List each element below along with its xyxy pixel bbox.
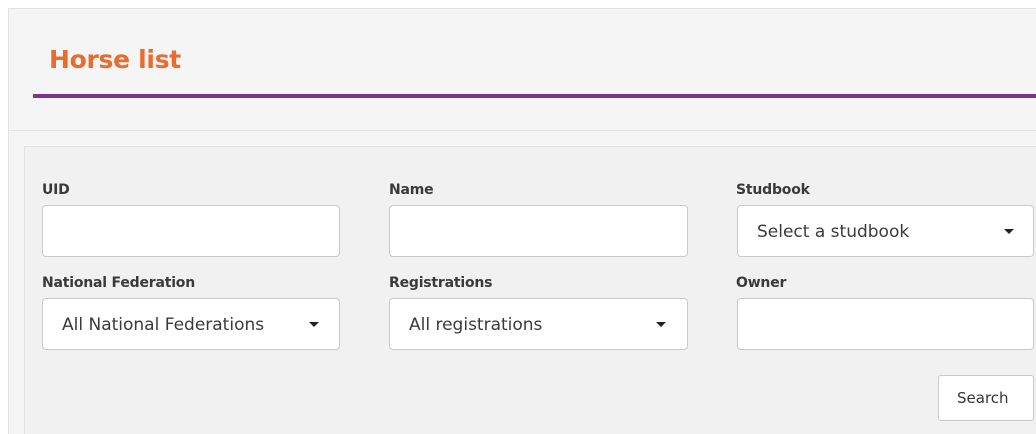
studbook-selected-value: Select a studbook: [757, 222, 910, 242]
page: Horse list UID Name Studbook Select a st…: [0, 0, 1036, 434]
studbook-label: Studbook: [736, 182, 810, 198]
owner-label: Owner: [736, 275, 787, 291]
name-label: Name: [389, 182, 434, 198]
national-federation-label: National Federation: [42, 275, 195, 291]
registrations-select[interactable]: All registrations: [389, 298, 688, 350]
national-federation-select[interactable]: All National Federations: [42, 298, 340, 350]
registrations-selected-value: All registrations: [409, 315, 543, 335]
national-federation-selected-value: All National Federations: [62, 315, 265, 335]
page-title: Horse list: [49, 45, 181, 74]
registrations-label: Registrations: [389, 275, 493, 291]
name-input[interactable]: [389, 205, 688, 257]
caret-down-icon: [656, 322, 666, 327]
search-button[interactable]: Search: [938, 375, 1034, 421]
uid-label: UID: [42, 182, 70, 198]
title-underline: [33, 94, 1036, 98]
caret-down-icon: [1004, 229, 1014, 234]
studbook-select[interactable]: Select a studbook: [737, 205, 1034, 257]
panel-header: Horse list: [9, 9, 1036, 131]
uid-input[interactable]: [42, 205, 340, 257]
owner-input[interactable]: [737, 298, 1034, 350]
caret-down-icon: [309, 322, 319, 327]
